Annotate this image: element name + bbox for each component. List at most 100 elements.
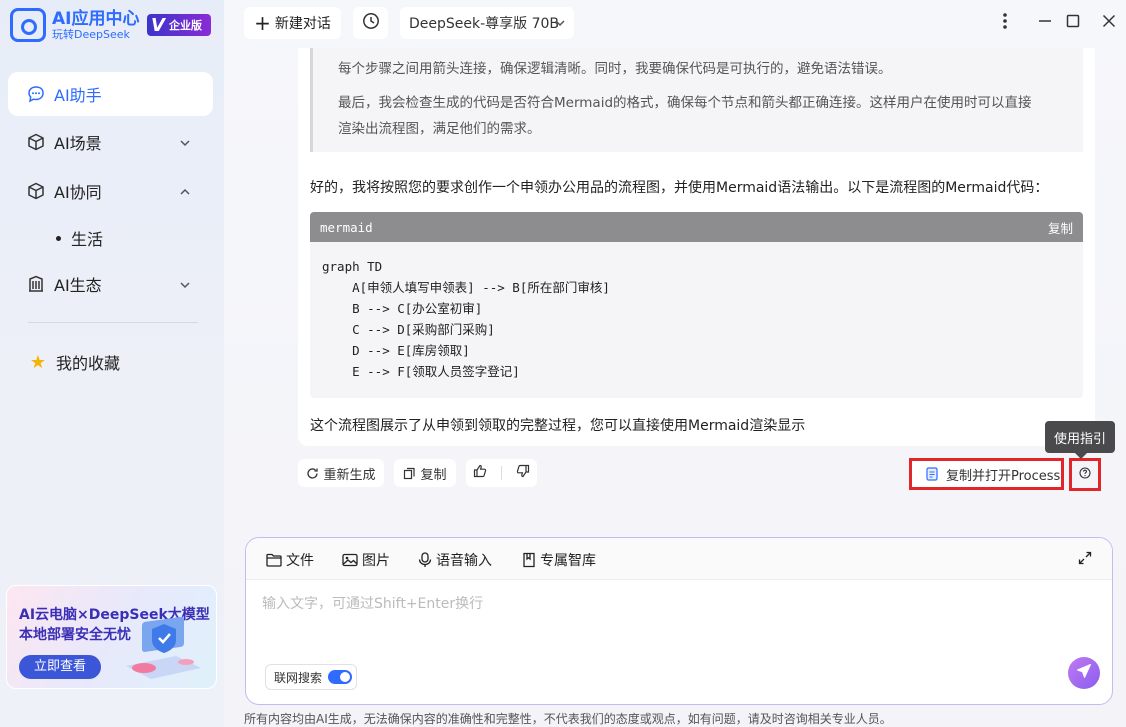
message-intro: 好的，我将按照您的要求创作一个申领办公用品的流程图，并使用Mermaid语法输出…: [310, 180, 1049, 196]
sidebar-item-label: AI场景: [54, 134, 102, 153]
folder-icon: [266, 553, 282, 567]
promo-subtitle: 本地部署安全无忧: [19, 627, 131, 643]
code-content: graph TD A[申领人填写申领表] --> B[所在部门审核] B -->…: [310, 242, 1083, 396]
clock-icon: [362, 12, 380, 34]
microphone-icon: [418, 552, 432, 568]
chevron-down-icon: [179, 276, 191, 295]
bullet-dot: [56, 235, 61, 241]
usage-guide-tooltip: 使用指引: [1045, 421, 1115, 459]
sidebar-subitem-label: 生活: [71, 230, 104, 249]
sidebar-item-label: AI助手: [54, 86, 102, 105]
plus-icon: +: [254, 11, 271, 35]
shield-laptop-illustration: [116, 616, 206, 686]
bookmark-book-icon: [522, 552, 536, 568]
cube-icon: [26, 132, 46, 152]
thumbs-up-icon[interactable]: [473, 464, 487, 482]
copy-button[interactable]: 复制: [394, 459, 456, 487]
promo-banner[interactable]: AI云电脑×DeepSeek大模型 本地部署安全无忧 立即查看: [6, 585, 217, 689]
badge-v: V: [151, 14, 165, 36]
help-guide-button[interactable]: [1069, 458, 1101, 491]
message-outro: 这个流程图展示了从申领到领取的完整过程，您可以直接使用Mermaid渲染显示: [310, 418, 806, 434]
model-select-value: DeepSeek-尊享版 70B: [409, 16, 560, 32]
chat-input[interactable]: [262, 596, 1082, 612]
sidebar-item-ai-scene[interactable]: AI场景: [8, 120, 213, 164]
image-upload-button[interactable]: 图片: [342, 550, 390, 570]
chat-input-panel: 文件 图片 语音输入 专属智库 输入文字，可通过Shift+Enter换行 联网…: [245, 537, 1113, 705]
sidebar-item-ai-ecosystem[interactable]: AI生态: [8, 262, 213, 306]
close-button[interactable]: [1098, 12, 1120, 34]
sidebar-subitem-life[interactable]: 生活: [56, 226, 103, 250]
sidebar-item-label: AI协同: [54, 183, 102, 202]
model-select[interactable]: DeepSeek-尊享版 70B: [400, 7, 574, 39]
send-button[interactable]: [1068, 657, 1100, 689]
maximize-button[interactable]: [1062, 12, 1084, 34]
thinking-text: 渲染出流程图，满足他们的需求。: [338, 121, 541, 137]
code-block: mermaid 复制 graph TD A[申领人填写申领表] --> B[所在…: [310, 212, 1083, 398]
logo-icon: [10, 8, 46, 42]
tool-label: 专属智库: [540, 553, 596, 569]
chevron-down-icon: [179, 134, 191, 153]
chat-bubble-icon: [26, 84, 46, 104]
code-line: C --> D[采购部门采购]: [322, 322, 495, 337]
sidebar-item-ai-collab[interactable]: AI协同: [8, 169, 213, 213]
file-upload-button[interactable]: 文件: [266, 550, 314, 570]
logo-subtitle: 玩转DeepSeek: [52, 27, 130, 41]
processon-label: 复制并打开ProcessOn: [946, 468, 1061, 484]
tool-label: 语音输入: [436, 553, 492, 569]
web-search-label: 联网搜索: [274, 670, 323, 685]
input-toolbar: 文件 图片 语音输入 专属智库: [246, 538, 1112, 580]
knowledge-base-button[interactable]: 专属智库: [522, 550, 596, 570]
expand-icon[interactable]: [1078, 551, 1092, 569]
more-menu-button[interactable]: [994, 12, 1016, 34]
thinking-text: 每个步骤之间用箭头连接，确保逻辑清晰。同时，我要确保代码是可执行的，避免语法错误…: [338, 61, 892, 77]
sidebar-item-ai-assistant[interactable]: AI助手: [8, 72, 213, 116]
code-line: A[申领人填写申领表] --> B[所在部门审核]: [322, 280, 610, 295]
promo-view-button[interactable]: 立即查看: [19, 655, 101, 679]
minimize-button[interactable]: [1034, 12, 1056, 34]
logo-title: AI应用中心: [52, 8, 140, 29]
document-icon: [926, 467, 938, 481]
code-line: D --> E[库房领取]: [322, 343, 470, 358]
send-plane-icon: [1076, 663, 1092, 683]
copy-icon: [403, 467, 416, 480]
ai-disclaimer: 所有内容均由AI生成，无法确保内容的准确性和完整性，不代表我们的态度或观点，如有…: [244, 712, 892, 726]
badge-text: 企业版: [169, 19, 202, 32]
main-area: + 新建对话 DeepSeek-尊享版 70B 每个步骤之间用箭头连接，确保逻辑…: [224, 0, 1126, 727]
enterprise-badge: V 企业版: [147, 14, 211, 36]
code-header: mermaid 复制: [310, 212, 1083, 242]
sidebar: AI应用中心 玩转DeepSeek V 企业版 AI助手 AI场景 AI协同 生…: [0, 0, 224, 727]
sidebar-item-favorites[interactable]: ★ 我的收藏: [8, 340, 213, 384]
sidebar-item-label: AI生态: [54, 276, 102, 295]
code-copy-button[interactable]: 复制: [1048, 218, 1073, 237]
code-line: graph TD: [322, 259, 383, 274]
app-logo[interactable]: AI应用中心 玩转DeepSeek: [10, 8, 139, 42]
sidebar-item-label: 我的收藏: [56, 354, 121, 373]
regenerate-label: 重新生成: [323, 467, 376, 483]
history-button[interactable]: [353, 7, 388, 39]
thumbs-down-icon[interactable]: [516, 464, 530, 482]
question-icon: [1079, 466, 1091, 483]
sidebar-divider: [28, 322, 198, 323]
star-icon: ★: [29, 351, 47, 373]
more-vertical-icon: [1002, 12, 1008, 34]
regenerate-button[interactable]: 重新生成: [298, 459, 384, 487]
topbar: + 新建对话 DeepSeek-尊享版 70B: [224, 0, 1126, 48]
copy-open-processon-button[interactable]: 复制并打开ProcessOn: [909, 458, 1064, 490]
copy-label: 复制: [420, 467, 447, 483]
refresh-icon: [306, 467, 319, 480]
feedback-divider: [501, 466, 502, 480]
code-line: B --> C[办公室初审]: [322, 301, 483, 316]
maximize-icon: [1066, 14, 1080, 32]
web-search-toggle[interactable]: 联网搜索: [265, 664, 357, 690]
new-chat-label: 新建对话: [274, 16, 331, 32]
toggle-switch[interactable]: [328, 670, 353, 684]
thinking-block: 每个步骤之间用箭头连接，确保逻辑清晰。同时，我要确保代码是可执行的，避免语法错误…: [310, 48, 1083, 152]
code-line: E --> F[领取人员签字登记]: [322, 364, 520, 379]
image-icon: [342, 553, 358, 567]
minimize-icon: [1038, 14, 1052, 32]
new-chat-button[interactable]: + 新建对话: [244, 7, 341, 39]
chevron-down-icon: [554, 17, 566, 33]
close-icon: [1102, 14, 1116, 32]
assistant-message: 每个步骤之间用箭头连接，确保逻辑清晰。同时，我要确保代码是可执行的，避免语法错误…: [298, 48, 1095, 446]
voice-input-button[interactable]: 语音输入: [418, 550, 492, 570]
